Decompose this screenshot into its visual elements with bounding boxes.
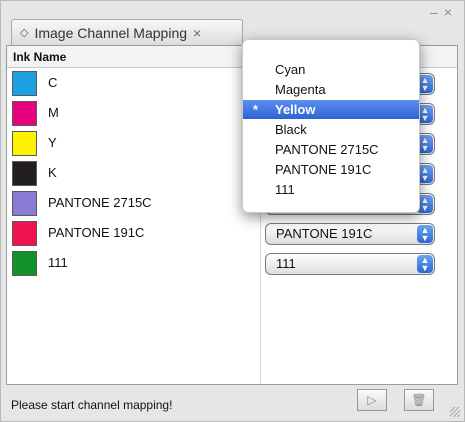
dropdown-item[interactable]: * Yellow	[243, 100, 419, 119]
color-swatch	[12, 251, 37, 276]
ink-name: Y	[48, 135, 57, 150]
ink-name: C	[48, 75, 58, 90]
dropdown-item-label: 111	[275, 182, 295, 197]
status-text: Please start channel mapping!	[11, 398, 173, 412]
dropdown-item[interactable]: Black	[243, 120, 419, 139]
channel-select-value: 111	[276, 256, 296, 271]
ink-name: PANTONE 191C	[48, 225, 145, 240]
color-swatch	[12, 131, 37, 156]
tab-title: Image Channel Mapping	[34, 24, 188, 41]
dropdown-item-label: Magenta	[275, 82, 326, 97]
ink-name: PANTONE 2715C	[48, 195, 152, 210]
dropdown-item-label: PANTONE 2715C	[275, 142, 379, 157]
apply-mapping-button[interactable]: ▷	[357, 389, 387, 411]
dropdown-item[interactable]: Cyan	[243, 60, 419, 79]
tab-image-channel-mapping[interactable]: ◇ Image Channel Mapping ×	[11, 19, 243, 45]
ink-name: M	[48, 105, 59, 120]
channel-select[interactable]: 111 ▲ ▼	[265, 253, 435, 275]
tab-close-icon[interactable]: ×	[193, 25, 201, 41]
panel-menu-icon[interactable]: ◇	[20, 26, 28, 39]
window-buttons: –×	[430, 4, 458, 20]
dropdown-item-label: Cyan	[275, 62, 306, 77]
dropdown-item-label: PANTONE 191C	[275, 162, 372, 177]
color-swatch	[12, 71, 37, 96]
table-row[interactable]: PANTONE 191C PANTONE 191C ▲ ▼	[7, 219, 457, 249]
select-arrows-icon: ▲ ▼	[417, 255, 433, 273]
delete-mapping-button[interactable]: 🗑	[404, 389, 434, 411]
close-button[interactable]: ×	[444, 4, 458, 20]
color-swatch	[12, 221, 37, 246]
image-channel-mapping-panel: –× ◇ Image Channel Mapping × Ink Name CC…	[0, 0, 465, 422]
dropdown-item-label: Yellow	[275, 102, 316, 117]
dropdown-item-label: Black	[275, 122, 307, 137]
selected-marker: *	[253, 102, 259, 117]
ink-name-column-header: Ink Name	[13, 50, 67, 64]
dropdown-item[interactable]: 111	[243, 180, 419, 199]
channel-dropdown-menu: Cyan Magenta * Yellow Black PANTONE 2715C PANT…	[242, 39, 420, 213]
channel-select[interactable]: PANTONE 191C ▲ ▼	[265, 223, 435, 245]
dropdown-item[interactable]: Magenta	[243, 80, 419, 99]
ink-name: K	[48, 165, 57, 180]
ink-name: 111	[48, 255, 68, 270]
dropdown-item[interactable]: PANTONE 2715C	[243, 140, 419, 159]
color-swatch	[12, 191, 37, 216]
color-swatch	[12, 161, 37, 186]
color-swatch	[12, 101, 37, 126]
channel-select-value: PANTONE 191C	[276, 226, 373, 241]
select-arrows-icon: ▲ ▼	[417, 225, 433, 243]
minimize-button[interactable]: –	[430, 4, 444, 20]
dropdown-item[interactable]: PANTONE 191C	[243, 160, 419, 179]
resize-grip[interactable]	[450, 407, 460, 417]
table-row[interactable]: 111 111 ▲ ▼	[7, 249, 457, 279]
